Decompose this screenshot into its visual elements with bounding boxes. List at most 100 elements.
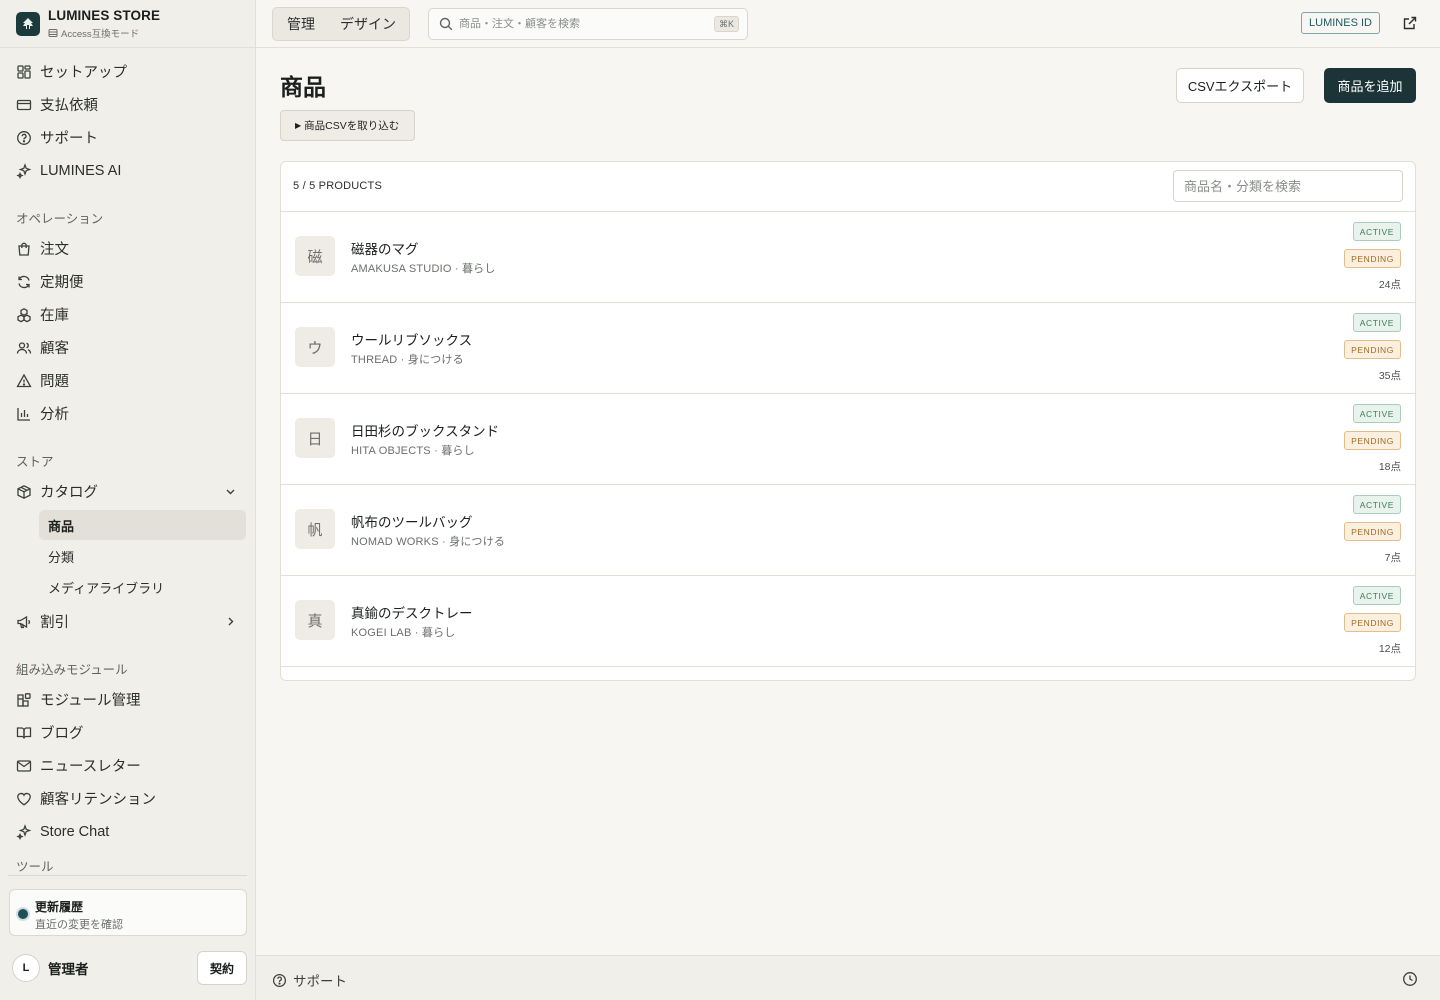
stock-count: 18点 <box>1378 461 1401 473</box>
product-name: ウールリブソックス <box>351 333 473 348</box>
csv-import-toggle[interactable]: ▶ 商品CSVを取り込む <box>280 110 415 141</box>
disclosure-triangle-icon: ▶ <box>295 121 302 130</box>
megaphone-icon <box>17 615 31 628</box>
avatar[interactable]: L <box>12 954 40 982</box>
product-meta: THREAD · 身につける <box>351 354 464 366</box>
section-tools: ツール <box>16 860 54 874</box>
add-product-button[interactable]: 商品を追加 <box>1324 68 1416 103</box>
users-icon <box>16 341 32 354</box>
product-thumbnail: ウ <box>295 327 335 367</box>
review-badge: PENDING <box>1344 522 1401 541</box>
search-shortcut-hint: ⌘K <box>713 16 739 32</box>
clock-icon[interactable] <box>1402 971 1418 987</box>
sidebar-item-lumines-ai[interactable]: LUMINES AI <box>0 154 255 187</box>
stock-count: 24点 <box>1378 279 1401 291</box>
product-meta: KOGEI LAB · 暮らし <box>351 627 456 639</box>
footer-bar: サポート <box>256 955 1440 1000</box>
store-logo-icon <box>16 11 40 36</box>
global-search-input[interactable] <box>459 18 709 30</box>
product-thumbnail: 日 <box>295 418 335 458</box>
sidebar-divider <box>8 875 247 876</box>
product-row[interactable]: 磁 磁器のマグ AMAKUSA STUDIO · 暮らし ACTIVE PEND… <box>281 212 1415 303</box>
csv-export-button[interactable]: CSVエクスポート <box>1176 68 1304 103</box>
stock-count: 7点 <box>1384 552 1401 564</box>
sidebar-item-issues[interactable]: 問題 <box>0 364 255 397</box>
product-row[interactable]: 帆 帆布のツールバッグ NOMAD WORKS · 身につける ACTIVE P… <box>281 485 1415 576</box>
mode-toggle: 管理 デザイン <box>272 7 410 41</box>
product-status-group: ACTIVE PENDING 35点 <box>1344 313 1401 383</box>
sparkles-icon <box>16 823 32 840</box>
status-badge: ACTIVE <box>1352 404 1401 423</box>
compat-mode-label: Access互換モード <box>48 26 160 40</box>
sidebar-item-orders[interactable]: 注文 <box>0 232 255 265</box>
footer-support-link[interactable]: サポート <box>272 970 347 990</box>
sidebar-item-discounts[interactable]: 割引 <box>0 605 255 638</box>
bar-chart-icon <box>17 407 30 421</box>
boxes-icon <box>17 307 31 322</box>
search-icon <box>439 17 453 31</box>
brand-header[interactable]: LUMINES STORE Access互換モード <box>0 0 255 48</box>
update-history-card[interactable]: 更新履歴 直近の変更を確認 <box>9 889 247 936</box>
sidebar-item-catalog[interactable]: カタログ <box>0 475 255 508</box>
review-badge: PENDING <box>1344 340 1401 359</box>
sidebar-item-payment-requests[interactable]: 支払依頼 <box>0 88 255 121</box>
product-row[interactable]: ウ ウールリブソックス THREAD · 身につける ACTIVE PENDIN… <box>281 303 1415 394</box>
sidebar-item-support[interactable]: サポート <box>0 121 255 154</box>
section-store: ストア <box>16 455 54 469</box>
store-name: LUMINES STORE <box>48 7 161 23</box>
product-meta: NOMAD WORKS · 身につける <box>351 536 506 548</box>
mode-design-tab[interactable]: デザイン <box>340 14 396 34</box>
catalog-submenu: 商品 分類 メディアライブラリ <box>0 508 255 605</box>
heart-icon <box>17 792 31 806</box>
product-status-group: ACTIVE PENDING 12点 <box>1344 586 1401 656</box>
blocks-icon <box>17 692 31 707</box>
product-row[interactable]: 真 真鍮のデスクトレー KOGEI LAB · 暮らし ACTIVE PENDI… <box>281 576 1415 667</box>
sidebar-item-customer-retention[interactable]: 顧客リテンション <box>0 782 255 815</box>
sidebar-item-customers[interactable]: 顧客 <box>0 331 255 364</box>
product-thumbnail: 磁 <box>295 236 335 276</box>
stock-count: 12点 <box>1378 643 1401 655</box>
sidebar-item-subscriptions[interactable]: 定期便 <box>0 265 255 298</box>
sidebar-item-blog[interactable]: ブログ <box>0 716 255 749</box>
chevron-right-icon <box>228 617 234 626</box>
product-name: 真鍮のデスクトレー <box>351 606 473 621</box>
update-history-subtitle: 直近の変更を確認 <box>35 919 123 931</box>
sidebar-item-setup[interactable]: セットアップ <box>0 55 255 88</box>
lumines-id-button[interactable]: LUMINES ID <box>1301 12 1380 34</box>
product-row[interactable]: 日 日田杉のブックスタンド HITA OBJECTS · 暮らし ACTIVE … <box>281 394 1415 485</box>
status-badge: ACTIVE <box>1352 313 1401 332</box>
book-icon <box>16 726 32 739</box>
contract-button[interactable]: 契約 <box>197 951 247 985</box>
sidebar-item-inventory[interactable]: 在庫 <box>0 298 255 331</box>
global-search[interactable]: ⌘K <box>428 8 748 40</box>
mode-manage-tab[interactable]: 管理 <box>287 14 315 34</box>
product-count: 5 / 5 PRODUCTS <box>293 180 382 192</box>
sidebar-item-analytics[interactable]: 分析 <box>0 397 255 430</box>
alert-triangle-icon <box>16 373 32 387</box>
page-title: 商品 <box>280 74 326 100</box>
help-circle-icon <box>272 973 287 987</box>
user-row: L 管理者 契約 <box>12 951 247 985</box>
status-dot <box>18 909 28 919</box>
update-history-title: 更新履歴 <box>35 900 84 914</box>
sidebar-item-newsletter[interactable]: ニュースレター <box>0 749 255 782</box>
section-modules: 組み込みモジュール <box>16 663 128 677</box>
package-icon <box>17 484 31 499</box>
sidebar-subitem-media-library[interactable]: メディアライブラリ <box>39 572 246 602</box>
product-name: 磁器のマグ <box>351 242 419 257</box>
review-badge: PENDING <box>1344 431 1401 450</box>
sidebar: LUMINES STORE Access互換モード セットアップ 支払依頼 サポ… <box>0 0 256 1000</box>
shopping-bag-icon <box>18 242 30 256</box>
status-badge: ACTIVE <box>1352 495 1401 514</box>
external-link-icon[interactable] <box>1402 15 1418 31</box>
product-filter-input[interactable] <box>1173 170 1403 202</box>
sidebar-nav: セットアップ 支払依頼 サポート LUMINES AI オペレーション 注文 定… <box>0 55 255 875</box>
sidebar-subitem-categories[interactable]: 分類 <box>39 541 246 571</box>
product-thumbnail: 帆 <box>295 509 335 549</box>
sidebar-item-module-management[interactable]: モジュール管理 <box>0 683 255 716</box>
sidebar-subitem-products[interactable]: 商品 <box>39 510 246 540</box>
product-list-header: 5 / 5 PRODUCTS <box>281 162 1415 212</box>
mail-icon <box>16 759 32 772</box>
user-name: 管理者 <box>48 962 89 977</box>
sidebar-item-store-chat[interactable]: Store Chat <box>0 815 255 848</box>
